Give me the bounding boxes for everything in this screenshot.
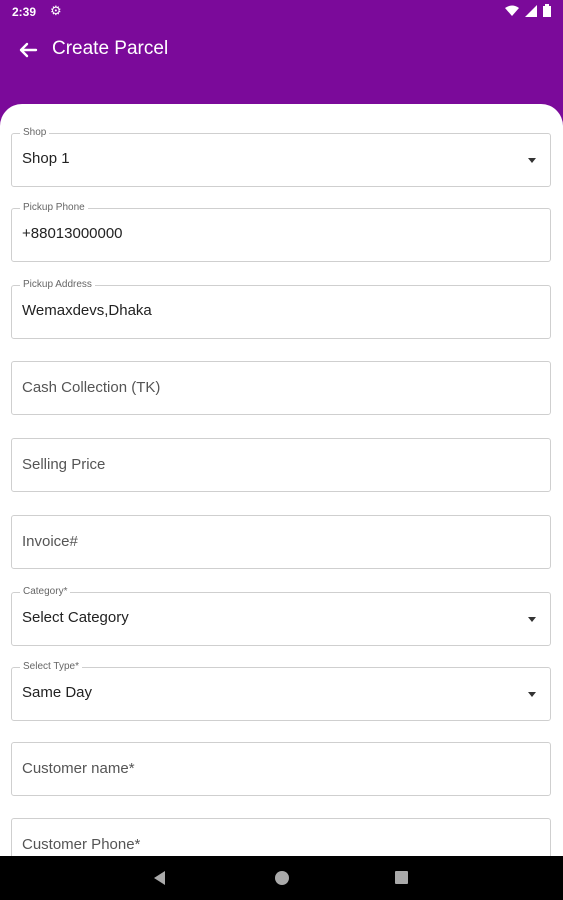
category-dropdown[interactable]: Category* Select Category <box>11 586 551 646</box>
back-arrow-icon[interactable] <box>14 36 42 64</box>
category-label: Category* <box>20 586 71 598</box>
select-type-value: Same Day <box>22 684 93 701</box>
customer-name-field[interactable]: Customer name* <box>11 742 551 796</box>
selling-price-placeholder: Selling Price <box>22 456 106 473</box>
pickup-address-value: Wemaxdevs,Dhaka <box>22 302 152 319</box>
nav-back-icon[interactable] <box>154 871 165 885</box>
customer-name-placeholder: Customer name* <box>22 760 135 777</box>
pickup-phone-field[interactable]: Pickup Phone +88013000000 <box>11 202 551 262</box>
page-title: Create Parcel <box>52 38 169 59</box>
pickup-address-label: Pickup Address <box>20 279 95 291</box>
category-value: Select Category <box>22 609 129 626</box>
nav-home-icon[interactable] <box>275 871 289 885</box>
app-bar: Create Parcel <box>0 24 563 76</box>
selling-price-field[interactable]: Selling Price <box>11 438 551 492</box>
select-type-dropdown[interactable]: Select Type* Same Day <box>11 661 551 721</box>
shop-label: Shop <box>20 127 50 139</box>
dropdown-arrow-icon <box>528 617 536 622</box>
wifi-icon <box>505 5 519 16</box>
invoice-field[interactable]: Invoice# <box>11 515 551 569</box>
battery-icon <box>543 4 551 17</box>
system-nav-bar <box>0 856 563 900</box>
cash-collection-placeholder: Cash Collection (TK) <box>22 379 161 396</box>
nav-recents-icon[interactable] <box>395 871 408 884</box>
signal-icon <box>525 4 537 17</box>
shop-dropdown[interactable]: Shop Shop 1 <box>11 127 551 187</box>
status-time: 2:39 <box>12 5 37 19</box>
status-bar: 2:39 ⚙ <box>0 0 563 24</box>
dropdown-arrow-icon <box>528 158 536 163</box>
invoice-placeholder: Invoice# <box>22 533 78 550</box>
pickup-phone-label: Pickup Phone <box>20 202 88 214</box>
customer-phone-placeholder: Customer Phone* <box>22 836 141 853</box>
select-type-label: Select Type* <box>20 661 82 673</box>
pickup-address-field[interactable]: Pickup Address Wemaxdevs,Dhaka <box>11 279 551 339</box>
dropdown-arrow-icon <box>528 692 536 697</box>
form-sheet: Shop Shop 1 Pickup Phone +88013000000 Pi… <box>0 104 563 856</box>
status-icons <box>505 4 551 17</box>
pickup-phone-value: +88013000000 <box>22 225 123 242</box>
customer-phone-field[interactable]: Customer Phone* <box>11 818 551 856</box>
cash-collection-field[interactable]: Cash Collection (TK) <box>11 361 551 415</box>
shop-value: Shop 1 <box>22 150 70 167</box>
settings-gear-icon: ⚙ <box>50 3 62 18</box>
